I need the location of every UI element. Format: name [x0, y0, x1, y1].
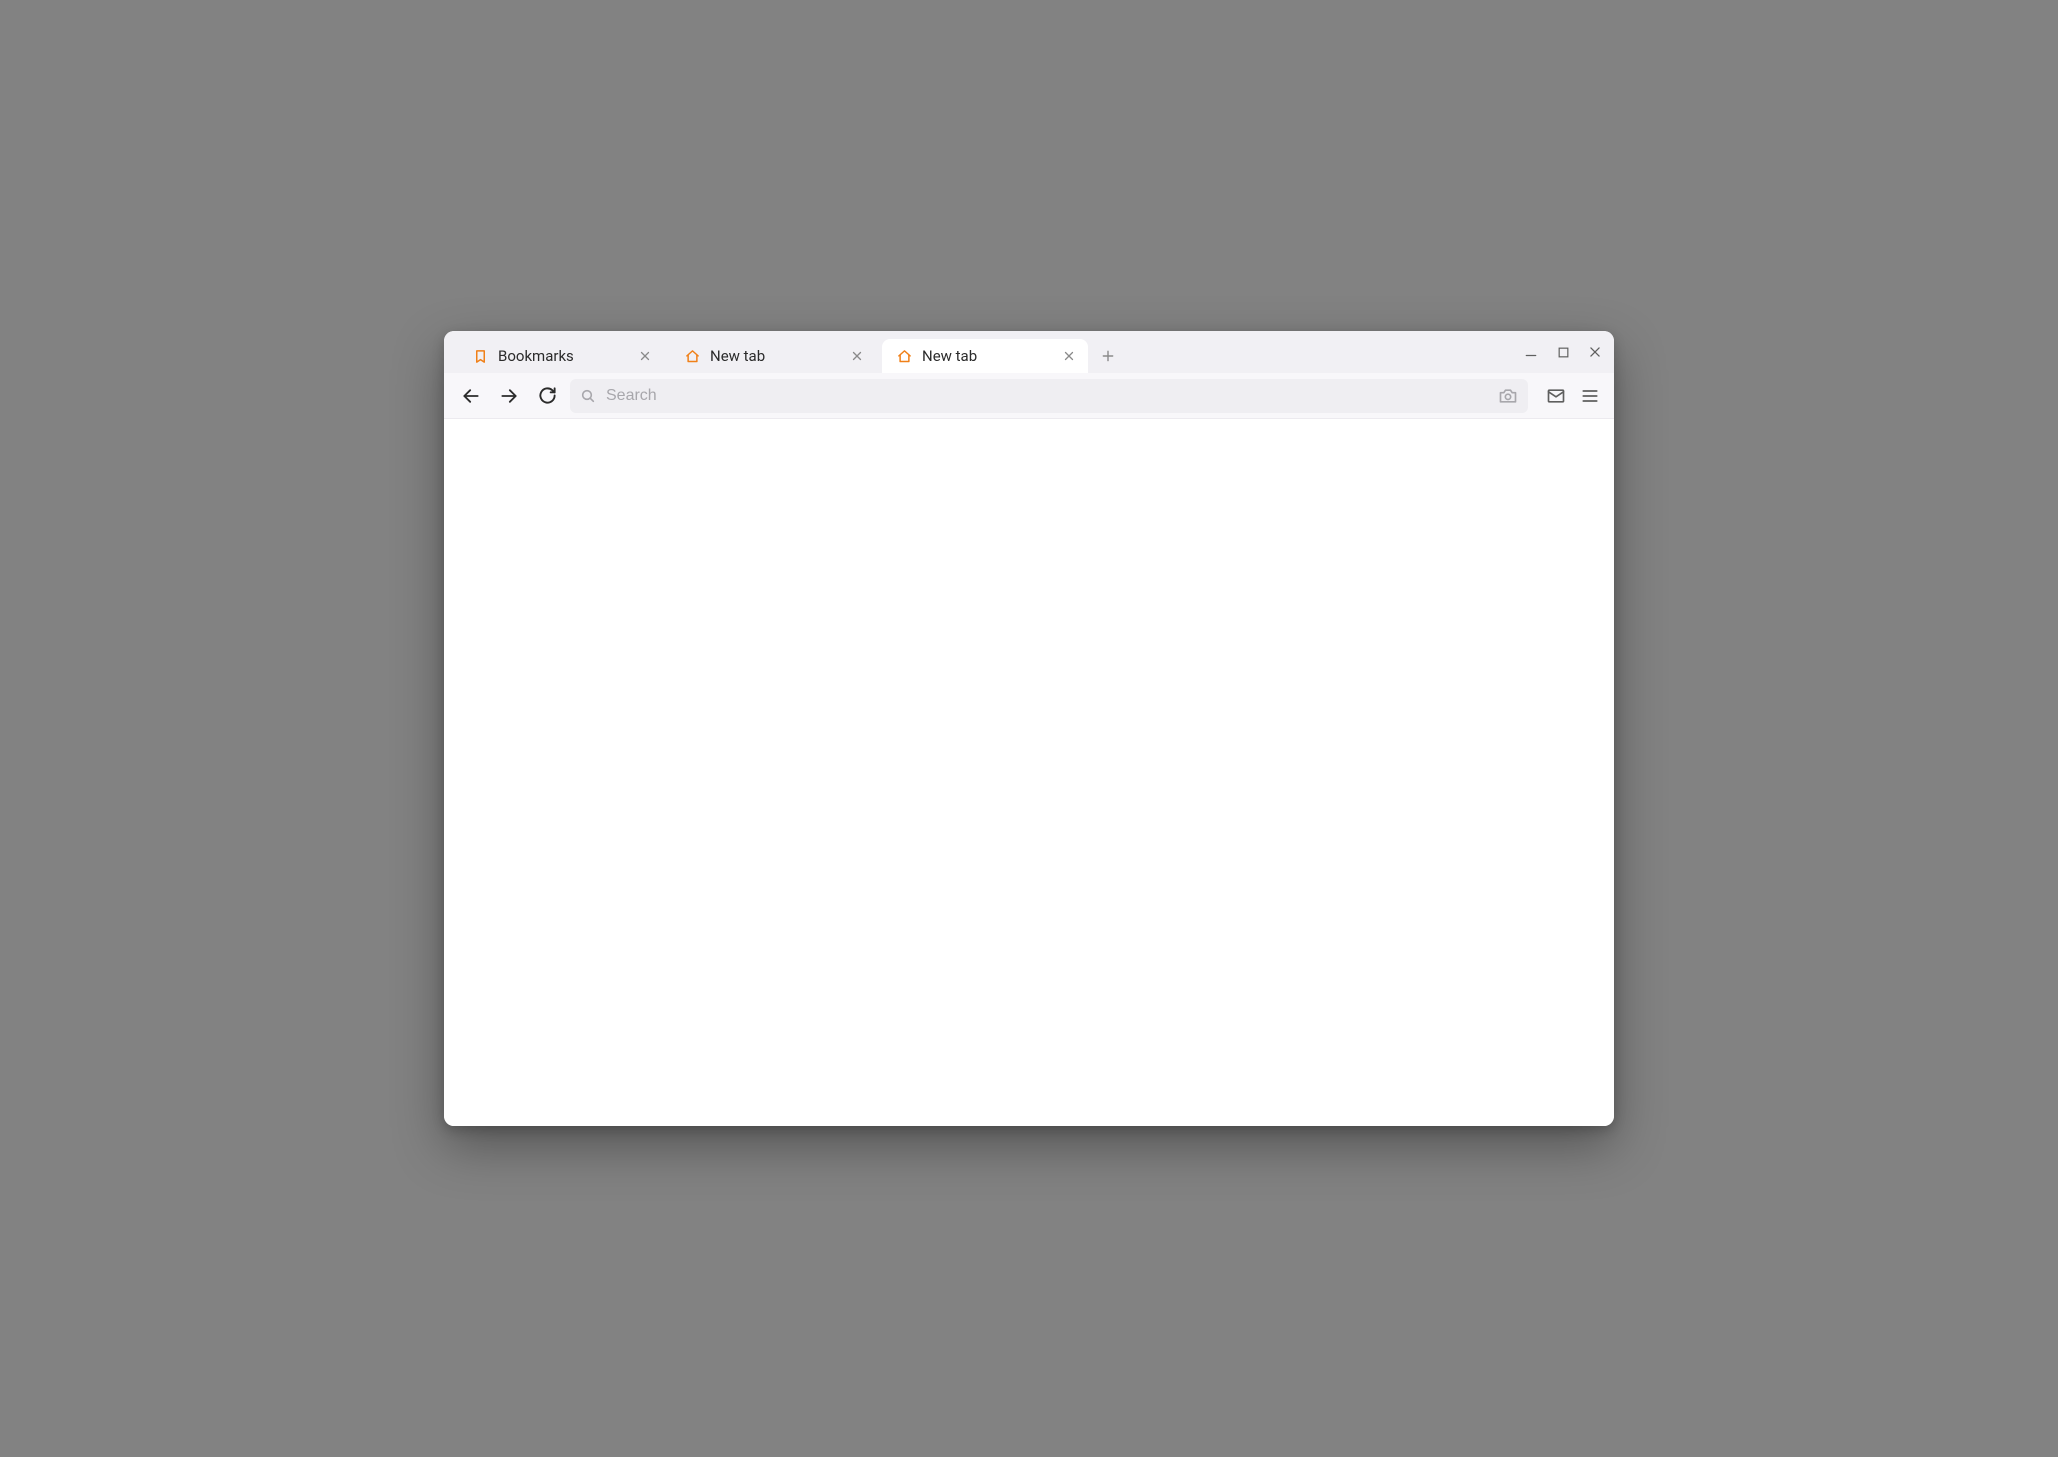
tab-label: New tab — [710, 347, 848, 365]
tab-new-tab-1[interactable]: New tab — [670, 339, 876, 373]
bookmark-icon — [472, 348, 488, 364]
tab-new-tab-2[interactable]: New tab — [882, 339, 1088, 373]
tab-close-button[interactable] — [636, 347, 654, 365]
camera-icon[interactable] — [1498, 386, 1518, 406]
home-icon — [684, 348, 700, 364]
tabs-container: Bookmarks New tab New ta — [458, 339, 1088, 373]
home-icon — [896, 348, 912, 364]
menu-icon[interactable] — [1578, 384, 1602, 408]
minimize-button[interactable] — [1522, 343, 1540, 361]
window-controls — [1522, 331, 1604, 373]
tab-strip: Bookmarks New tab New ta — [444, 331, 1614, 373]
browser-window: Bookmarks New tab New ta — [444, 331, 1614, 1126]
reload-button[interactable] — [532, 381, 562, 411]
toolbar-right — [1544, 384, 1602, 408]
page-content — [444, 419, 1614, 1126]
back-button[interactable] — [456, 381, 486, 411]
tab-label: Bookmarks — [498, 347, 636, 365]
tab-close-button[interactable] — [848, 347, 866, 365]
tab-label: New tab — [922, 347, 1060, 365]
forward-button[interactable] — [494, 381, 524, 411]
maximize-button[interactable] — [1554, 343, 1572, 361]
search-icon — [580, 388, 596, 404]
new-tab-button[interactable] — [1094, 342, 1122, 370]
address-bar[interactable] — [570, 379, 1528, 413]
toolbar — [444, 373, 1614, 419]
mail-icon[interactable] — [1544, 384, 1568, 408]
tab-bookmarks[interactable]: Bookmarks — [458, 339, 664, 373]
search-input[interactable] — [606, 387, 1488, 405]
close-window-button[interactable] — [1586, 343, 1604, 361]
tab-close-button[interactable] — [1060, 347, 1078, 365]
